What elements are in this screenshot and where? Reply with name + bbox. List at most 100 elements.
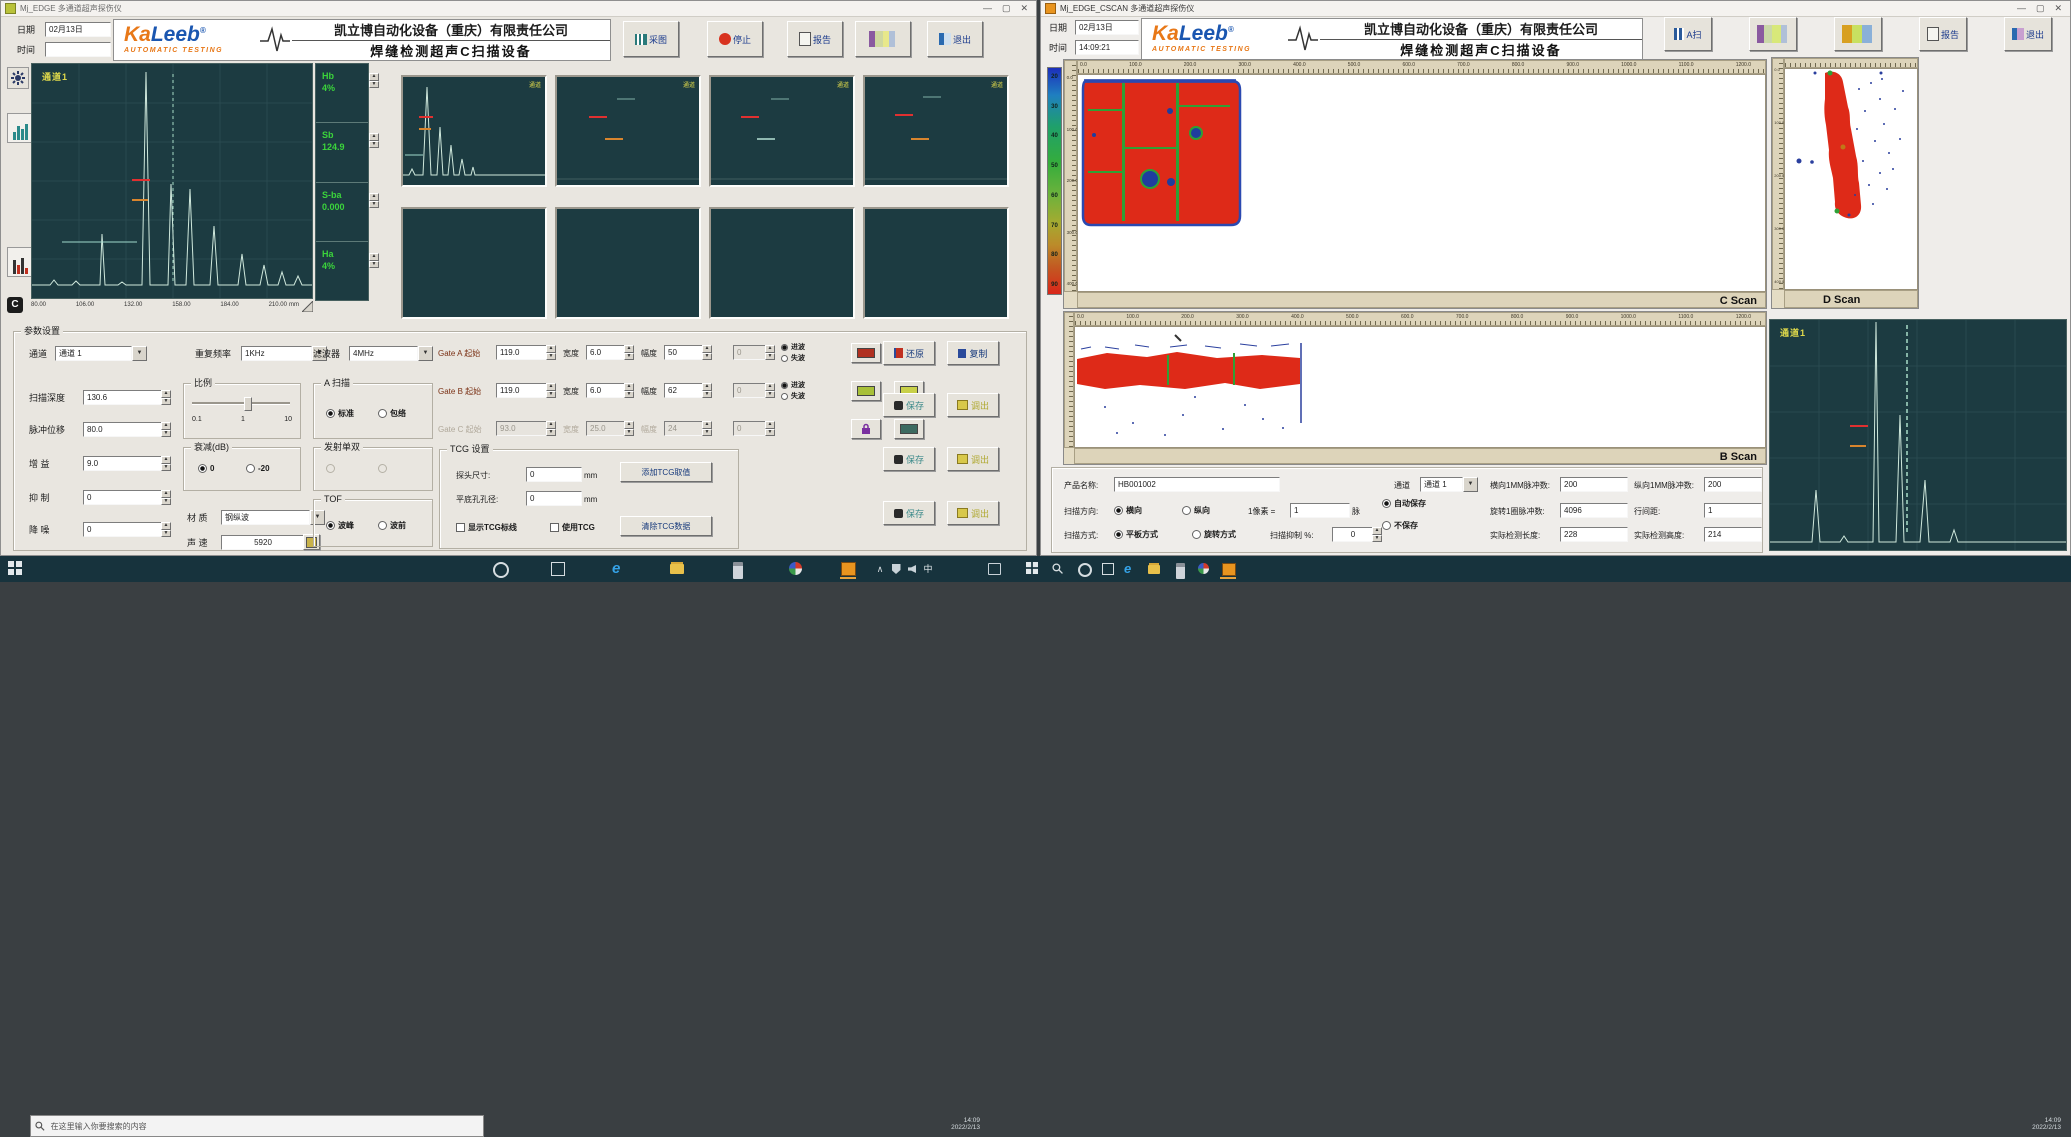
ascan-envelope-radio[interactable]: 包络 bbox=[378, 408, 406, 419]
chevron-down-icon[interactable]: ▼ bbox=[418, 346, 433, 361]
calculator-icon-2[interactable] bbox=[1172, 561, 1188, 577]
gate-a-width-field[interactable]: 6.0 bbox=[586, 345, 626, 360]
gate-a-amp-field[interactable]: 50 bbox=[664, 345, 704, 360]
pixel-field[interactable]: 1 bbox=[1290, 503, 1350, 518]
sba-spinner[interactable]: ▲▼ bbox=[369, 193, 379, 208]
depth-spinner[interactable]: ▲▼ bbox=[161, 390, 171, 405]
mini-scan-8[interactable] bbox=[863, 207, 1009, 319]
gate-b-enter-radio[interactable]: 进波 bbox=[781, 380, 805, 390]
tcg-use-checkbox[interactable]: 使用TCG bbox=[550, 522, 595, 533]
time-field[interactable]: 14:09:21 bbox=[1075, 40, 1139, 55]
gate-c-view-button[interactable] bbox=[894, 419, 924, 439]
depth-field[interactable]: 130.6 bbox=[83, 390, 163, 405]
load-button-2[interactable]: 调出 bbox=[947, 447, 999, 471]
pinwheel-icon-2[interactable] bbox=[1196, 561, 1212, 577]
save-button-2[interactable]: 保存 bbox=[883, 447, 935, 471]
gate-b-start-field[interactable]: 119.0 bbox=[496, 383, 548, 398]
mini-scan-2[interactable]: 通道 bbox=[555, 75, 701, 187]
gear-icon[interactable] bbox=[7, 67, 29, 89]
gate-b-color-button[interactable] bbox=[851, 381, 881, 401]
histogram-icon[interactable] bbox=[7, 247, 33, 277]
gate-b-width-spinner[interactable]: ▲▼ bbox=[624, 383, 634, 398]
bscan-canvas[interactable] bbox=[1074, 326, 1766, 448]
sb-spinner[interactable]: ▲▼ bbox=[369, 133, 379, 148]
tcg-showline-checkbox[interactable]: 显示TCG标线 bbox=[456, 522, 517, 533]
scan-image-button-2[interactable] bbox=[1834, 17, 1882, 51]
start-button[interactable] bbox=[8, 561, 24, 577]
report-button[interactable]: 报告 bbox=[787, 21, 843, 57]
nosave-radio[interactable]: 不保存 bbox=[1382, 520, 1418, 531]
ascan-standard-radio[interactable]: 标准 bbox=[326, 408, 354, 419]
ascan-display[interactable]: 通道1 bbox=[31, 63, 313, 299]
gate-b-width-field[interactable]: 6.0 bbox=[586, 383, 626, 398]
maximize-icon[interactable]: ▢ bbox=[1002, 3, 1011, 14]
edge-icon-2[interactable]: e bbox=[1124, 561, 1140, 577]
pinwheel-icon[interactable] bbox=[788, 561, 804, 577]
date-field[interactable]: 02月13日 bbox=[1075, 20, 1139, 35]
mini-scan-5[interactable] bbox=[401, 207, 547, 319]
tof-front-radio[interactable]: 波前 bbox=[378, 520, 406, 531]
v-pulse-field[interactable]: 200 bbox=[1704, 477, 1762, 492]
reject-field[interactable]: 0 bbox=[83, 490, 163, 505]
h-pulse-field[interactable]: 200 bbox=[1560, 477, 1628, 492]
atten-0-radio[interactable]: 0 bbox=[198, 464, 214, 473]
tcg-hole-field[interactable]: 0 bbox=[526, 491, 582, 506]
taskbar-search[interactable] bbox=[30, 1115, 484, 1137]
gate-a-color-button[interactable] bbox=[851, 343, 881, 363]
load-button-1[interactable]: 调出 bbox=[947, 393, 999, 417]
length-field[interactable]: 228 bbox=[1560, 527, 1628, 542]
gain-spinner[interactable]: ▲▼ bbox=[161, 456, 171, 471]
mode-rotate-radio[interactable]: 旋转方式 bbox=[1192, 529, 1236, 540]
refresh-c-icon[interactable]: C bbox=[7, 297, 23, 313]
material-combo[interactable]: 钢纵波▼ bbox=[221, 510, 325, 525]
suppress-field[interactable]: 0 bbox=[1332, 527, 1374, 542]
restore-button[interactable]: 还原 bbox=[883, 341, 935, 365]
gate-c-lock-button[interactable] bbox=[851, 419, 881, 439]
ascan-view-button[interactable]: A扫 bbox=[1664, 17, 1712, 51]
maximize-icon[interactable]: ▢ bbox=[2036, 3, 2045, 14]
cortana-icon-2[interactable] bbox=[1076, 561, 1092, 577]
chevron-down-icon[interactable]: ▼ bbox=[1463, 477, 1478, 492]
hb-spinner[interactable]: ▲▼ bbox=[369, 73, 379, 88]
analyze-button[interactable] bbox=[855, 21, 911, 57]
dir-horizontal-radio[interactable]: 横向 bbox=[1114, 505, 1142, 516]
mini-scan-1[interactable]: 通道 bbox=[401, 75, 547, 187]
ime-indicator[interactable]: 中 bbox=[920, 561, 936, 577]
gate-a-exit-radio[interactable]: 失波 bbox=[781, 353, 805, 363]
close-icon[interactable]: ✕ bbox=[1020, 3, 1028, 14]
tcg-probe-field[interactable]: 0 bbox=[526, 467, 582, 482]
folder-icon[interactable] bbox=[670, 561, 686, 577]
search-icon-2[interactable] bbox=[1052, 561, 1068, 577]
gate-b-exit-radio[interactable]: 失波 bbox=[781, 391, 805, 401]
scale-slider[interactable] bbox=[192, 396, 290, 410]
stop-button[interactable]: 停止 bbox=[707, 21, 763, 57]
gate-b-amp-field[interactable]: 62 bbox=[664, 383, 704, 398]
copy-button[interactable]: 复制 bbox=[947, 341, 999, 365]
cortana-icon[interactable] bbox=[492, 561, 508, 577]
bscan-panel[interactable]: 0.0100.0200.0300.0400.0500.0600.0700.080… bbox=[1063, 311, 1767, 465]
speaker-icon[interactable] bbox=[904, 561, 920, 577]
gate-a-amp-spinner[interactable]: ▲▼ bbox=[702, 345, 712, 360]
tcg-add-button[interactable]: 添加TCG取值 bbox=[620, 462, 712, 482]
gate-a-width-spinner[interactable]: ▲▼ bbox=[624, 345, 634, 360]
denoise-field[interactable]: 0 bbox=[83, 522, 163, 537]
slider-thumb[interactable] bbox=[244, 397, 252, 411]
load-button-3[interactable]: 调出 bbox=[947, 501, 999, 525]
row-gap-field[interactable]: 1 bbox=[1704, 503, 1762, 518]
ha-spinner[interactable]: ▲▼ bbox=[369, 253, 379, 268]
gate-b-start-spinner[interactable]: ▲▼ bbox=[546, 383, 556, 398]
gain-field[interactable]: 9.0 bbox=[83, 456, 163, 471]
mini-scan-3[interactable]: 通道 bbox=[709, 75, 855, 187]
calculator-icon[interactable] bbox=[730, 561, 746, 577]
capture-button[interactable]: 采图 bbox=[623, 21, 679, 57]
exit-button[interactable]: 退出 bbox=[927, 21, 983, 57]
tcg-clear-button[interactable]: 清除TCG数据 bbox=[620, 516, 712, 536]
dscan-panel[interactable]: 0.0100.0200.0300.0400.0 D Scan bbox=[1771, 57, 1919, 309]
autosave-radio[interactable]: 自动保存 bbox=[1382, 498, 1426, 509]
search-input[interactable] bbox=[49, 1115, 479, 1137]
bar-chart-icon[interactable] bbox=[7, 113, 33, 143]
rot-pulse-field[interactable]: 4096 bbox=[1560, 503, 1628, 518]
ascan-display[interactable]: 通道1 bbox=[1769, 319, 2067, 551]
gate-a-start-field[interactable]: 119.0 bbox=[496, 345, 548, 360]
suppress-spinner[interactable]: ▲▼ bbox=[1372, 527, 1382, 542]
